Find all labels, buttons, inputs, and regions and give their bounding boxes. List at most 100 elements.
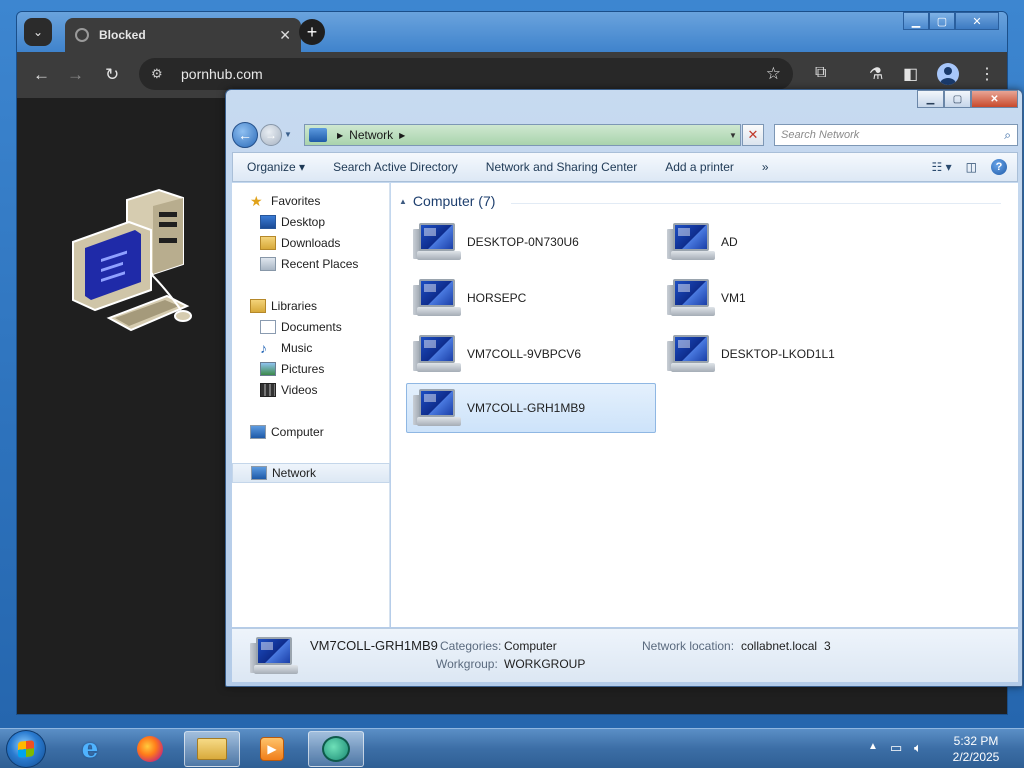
- media-player-icon[interactable]: ▶: [244, 731, 300, 767]
- network-location-label: Network location:: [642, 639, 735, 653]
- workgroup-value: WORKGROUP: [504, 657, 586, 671]
- clock-time: 5:32 PM: [953, 734, 999, 748]
- nav-libraries[interactable]: Libraries: [232, 296, 390, 316]
- computer-icon: [413, 333, 461, 375]
- search-placeholder: Search Network: [781, 129, 860, 141]
- computer-icon: [413, 221, 461, 263]
- profile-avatar[interactable]: [937, 63, 959, 85]
- group-header-label: Computer (7): [412, 193, 496, 209]
- tab-blocked[interactable]: Blocked ✕: [65, 18, 301, 52]
- organize-menu[interactable]: Organize ▾: [233, 160, 319, 174]
- nav-desktop[interactable]: Desktop: [232, 212, 390, 232]
- computer-name: DESKTOP-LKOD1L1: [721, 347, 835, 361]
- desktop-icon: [260, 215, 276, 229]
- search-active-directory-button[interactable]: Search Active Directory: [319, 160, 472, 174]
- network-icon: [309, 128, 327, 142]
- computer-item[interactable]: DESKTOP-LKOD1L1: [661, 329, 911, 379]
- new-tab-button[interactable]: +: [299, 19, 325, 45]
- search-box[interactable]: Search Network ⌕: [774, 124, 1018, 146]
- tab-title: Blocked: [99, 28, 146, 42]
- computer-name: VM1: [721, 291, 746, 305]
- address-row: ← → ▼ ▶ Network ▶ ▼ ✕ Search Network ⌕: [232, 122, 1018, 148]
- videos-icon: [260, 383, 276, 397]
- breadcrumb-chevron-icon[interactable]: ▶: [399, 131, 405, 140]
- computer-name: VM7COLL-GRH1MB9: [467, 401, 586, 415]
- view-controls: ☷ ▾ ◫ ?: [932, 159, 1017, 175]
- address-bar[interactable]: ⚙ pornhub.com ☆: [139, 58, 793, 90]
- address-dropdown-icon[interactable]: ▼: [726, 125, 740, 145]
- downloads-folder-icon: [260, 236, 276, 250]
- add-printer-button[interactable]: Add a printer: [651, 160, 748, 174]
- forward-button[interactable]: →: [260, 124, 282, 146]
- navigation-pane: ★ Favorites Desktop Downloads Recent Plac…: [232, 183, 390, 627]
- address-bar[interactable]: ▶ Network ▶ ▼: [304, 124, 741, 146]
- tab-close-icon[interactable]: ✕: [279, 27, 291, 44]
- network-sharing-center-button[interactable]: Network and Sharing Center: [472, 160, 651, 174]
- clock[interactable]: 5:32 PM 2/2/2025: [936, 733, 1016, 765]
- nav-computer[interactable]: Computer: [232, 422, 390, 442]
- volume-muted-icon[interactable]: 🔈︎: [914, 740, 922, 756]
- nav-downloads[interactable]: Downloads: [232, 233, 390, 253]
- computer-item[interactable]: VM1: [661, 273, 911, 323]
- computer-name: HORSEPC: [467, 291, 527, 305]
- details-name: VM7COLL-GRH1MB9: [310, 638, 438, 653]
- music-icon: ♪: [260, 340, 267, 356]
- nav-videos-label: Videos: [281, 383, 318, 397]
- preview-pane-icon[interactable]: ◫: [966, 160, 977, 174]
- tab-search-button[interactable]: ⌄: [24, 18, 52, 46]
- categories-label: Categories:: [440, 639, 502, 653]
- nav-documents[interactable]: Documents: [232, 317, 390, 337]
- nav-recent-places[interactable]: Recent Places: [232, 254, 390, 274]
- breadcrumb-chevron-icon[interactable]: ▶: [337, 131, 343, 140]
- internet-explorer-icon[interactable]: e: [62, 731, 118, 767]
- firefox-icon[interactable]: [122, 731, 178, 767]
- show-hidden-icons[interactable]: ▲: [868, 741, 878, 752]
- recent-pages-dropdown[interactable]: ▼: [284, 130, 292, 139]
- search-icon[interactable]: ⌕: [1004, 128, 1011, 143]
- computer-icon: [250, 425, 266, 439]
- nav-network[interactable]: Network: [232, 463, 390, 483]
- nav-network-label: Network: [272, 466, 317, 480]
- minimize-button[interactable]: ▁: [917, 90, 944, 108]
- chevron-down-icon: ⌄: [32, 25, 44, 39]
- maximize-button[interactable]: ▢: [944, 90, 971, 108]
- nav-music[interactable]: ♪ Music: [232, 338, 390, 358]
- computer-item-selected[interactable]: VM7COLL-GRH1MB9: [406, 383, 656, 433]
- more-commands-button[interactable]: »: [748, 160, 783, 174]
- change-view-icon[interactable]: ☷ ▾: [932, 160, 952, 174]
- collapse-triangle-icon[interactable]: ▲: [399, 197, 407, 206]
- refresh-button[interactable]: ✕: [742, 124, 764, 146]
- windows-start-icon[interactable]: [6, 730, 46, 768]
- categories-value: Computer: [504, 639, 557, 653]
- side-panel-icon[interactable]: ◧: [903, 64, 918, 84]
- help-icon[interactable]: ?: [991, 159, 1007, 175]
- nav-desktop-label: Desktop: [281, 215, 326, 229]
- breadcrumb-network[interactable]: Network: [349, 128, 393, 142]
- computer-item[interactable]: DESKTOP-0N730U6: [407, 217, 657, 267]
- computer-item[interactable]: HORSEPC: [407, 273, 657, 323]
- forward-arrow-icon[interactable]: →: [67, 65, 84, 85]
- reload-icon[interactable]: ↻: [105, 65, 119, 85]
- group-header-computer[interactable]: ▲ Computer (7): [399, 193, 495, 209]
- menu-kebab-icon[interactable]: ⋮: [979, 64, 995, 84]
- nav-pictures[interactable]: Pictures: [232, 359, 390, 379]
- computer-item[interactable]: VM7COLL-9VBPCV6: [407, 329, 657, 379]
- site-info-icon[interactable]: ⚙: [151, 66, 169, 82]
- nav-favorites[interactable]: ★ Favorites: [232, 191, 390, 211]
- green-app-icon[interactable]: [308, 731, 364, 767]
- back-button[interactable]: ←: [232, 122, 258, 148]
- computer-item[interactable]: AD: [661, 217, 911, 267]
- explorer-window: ▁ ▢ ✕ ← → ▼ ▶ Network ▶ ▼ ✕ Search Netwo…: [225, 89, 1023, 687]
- bookmark-star-icon[interactable]: ☆: [766, 64, 781, 84]
- close-button[interactable]: ✕: [971, 90, 1018, 108]
- network-tray-icon[interactable]: ▭: [890, 740, 902, 756]
- folder-icon[interactable]: [184, 731, 240, 767]
- nav-videos[interactable]: Videos: [232, 380, 390, 400]
- nav-favorites-label: Favorites: [271, 194, 321, 208]
- labs-flask-icon[interactable]: ⚗: [869, 64, 883, 84]
- globe-icon: [75, 28, 89, 42]
- back-arrow-icon[interactable]: ←: [33, 65, 50, 85]
- selected-computer-icon: [250, 635, 298, 677]
- extensions-icon[interactable]: ⧉: [815, 64, 826, 82]
- recent-places-icon: [260, 257, 276, 271]
